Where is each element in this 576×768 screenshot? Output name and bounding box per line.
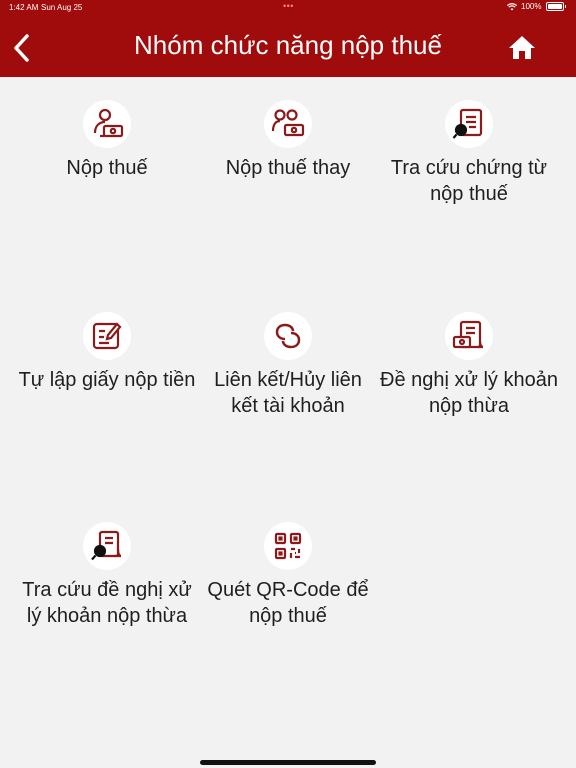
back-button[interactable] [10,33,34,63]
multitasking-dots-icon[interactable]: ••• [283,1,294,11]
document-search-icon [83,522,131,570]
document-money-icon [445,312,493,360]
battery-icon [545,2,564,11]
tile-label: Quét QR-Code để nộp thuế [207,579,369,627]
tile-nop-thue[interactable]: Nộp thuế [11,100,203,181]
tile-nop-thue-thay[interactable]: Nộp thuế thay [192,100,384,181]
page-title: Nhóm chức năng nộp thuế [134,30,442,60]
person-money-icon [83,100,131,148]
home-icon [509,36,535,59]
status-time: 1:42 AM [9,3,39,12]
tile-label: Tra cứu chứng từ nộp thuế [390,157,548,205]
tile-tu-lap-giay-nop-tien[interactable]: Tự lập giấy nộp tiền [11,312,203,393]
tile-label: Liên kết/Hủy liên kết tài khoản [214,369,362,417]
edit-form-icon [83,312,131,360]
tile-de-nghi-xu-ly[interactable]: Đề nghị xử lý khoản nộp thừa [373,312,565,419]
home-indicator[interactable] [200,760,376,765]
tile-label: Tự lập giấy nộp tiền [18,369,196,391]
tile-lien-ket-tai-khoan[interactable]: Liên kết/Hủy liên kết tài khoản [192,312,384,419]
status-date: Sun Aug 25 [41,3,83,12]
document-search-icon [445,100,493,148]
tile-quet-qr-code[interactable]: Quét QR-Code để nộp thuế [192,522,384,629]
tile-label: Nộp thuế thay [225,157,351,179]
tile-tra-cuu-de-nghi[interactable]: Tra cứu đề nghị xử lý khoản nộp thừa [11,522,203,629]
people-money-icon [264,100,312,148]
app-header: 1:42 AM Sun Aug 25 ••• 100% Nhóm chức nă… [0,0,576,77]
chevron-left-icon [14,34,29,62]
status-right: 100% [507,2,566,11]
tile-label: Tra cứu đề nghị xử lý khoản nộp thừa [22,579,192,627]
tile-label: Đề nghị xử lý khoản nộp thừa [380,369,558,417]
home-button[interactable] [507,33,537,61]
battery-percent: 100% [521,2,542,11]
wifi-icon [507,2,518,10]
qr-code-icon [264,522,312,570]
tile-label: Nộp thuế [66,157,148,179]
tile-tra-cuu-chung-tu[interactable]: Tra cứu chứng từ nộp thuế [373,100,565,207]
link-icon [264,312,312,360]
